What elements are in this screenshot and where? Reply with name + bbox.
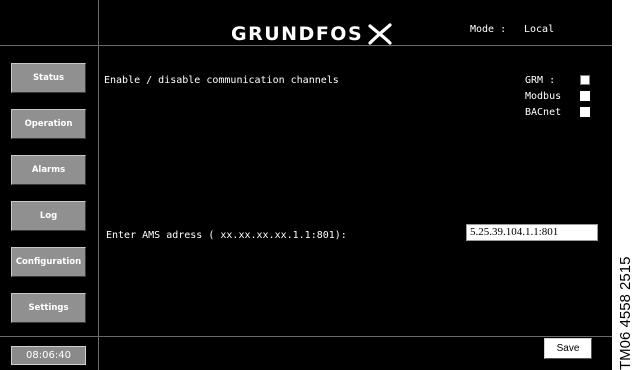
alarms-button[interactable]: Alarms <box>11 155 86 185</box>
brand-logo: GRUNDFOS <box>231 22 393 46</box>
clock-display: 08:06:40 <box>11 346 86 365</box>
configuration-button[interactable]: Configuration <box>11 247 86 277</box>
channel-bacnet-checkbox[interactable] <box>580 107 590 117</box>
ams-address-input[interactable]: 5.25.39.104.1.1:801 <box>466 224 598 241</box>
operation-button[interactable]: Operation <box>11 109 86 139</box>
mode-value: Local <box>524 24 555 35</box>
brand-name: GRUNDFOS <box>231 23 364 45</box>
channel-bacnet-label: BACnet <box>525 107 562 118</box>
grundfos-x-logo-icon <box>368 23 392 45</box>
mode-label: Mode : <box>470 24 507 35</box>
document-code: TM06 4558 2515 <box>617 256 634 370</box>
ams-address-label: Enter AMS adress ( xx.xx.xx.xx.1.1:801): <box>106 230 347 241</box>
log-button[interactable]: Log <box>11 201 86 231</box>
channel-modbus-label: Modbus <box>525 91 562 102</box>
channel-modbus-checkbox[interactable] <box>580 91 590 101</box>
save-button[interactable]: Save <box>544 338 592 359</box>
status-button[interactable]: Status <box>11 63 86 93</box>
channel-grm-label: GRM : <box>525 75 556 86</box>
sidebar-divider <box>98 0 99 370</box>
settings-button[interactable]: Settings <box>11 293 86 323</box>
hmi-screen: GRUNDFOS Mode : Local Status Operation A… <box>0 0 612 370</box>
enable-channels-label: Enable / disable communication channels <box>104 75 339 86</box>
channel-grm-checkbox[interactable] <box>580 75 590 85</box>
footer-divider <box>0 336 612 337</box>
